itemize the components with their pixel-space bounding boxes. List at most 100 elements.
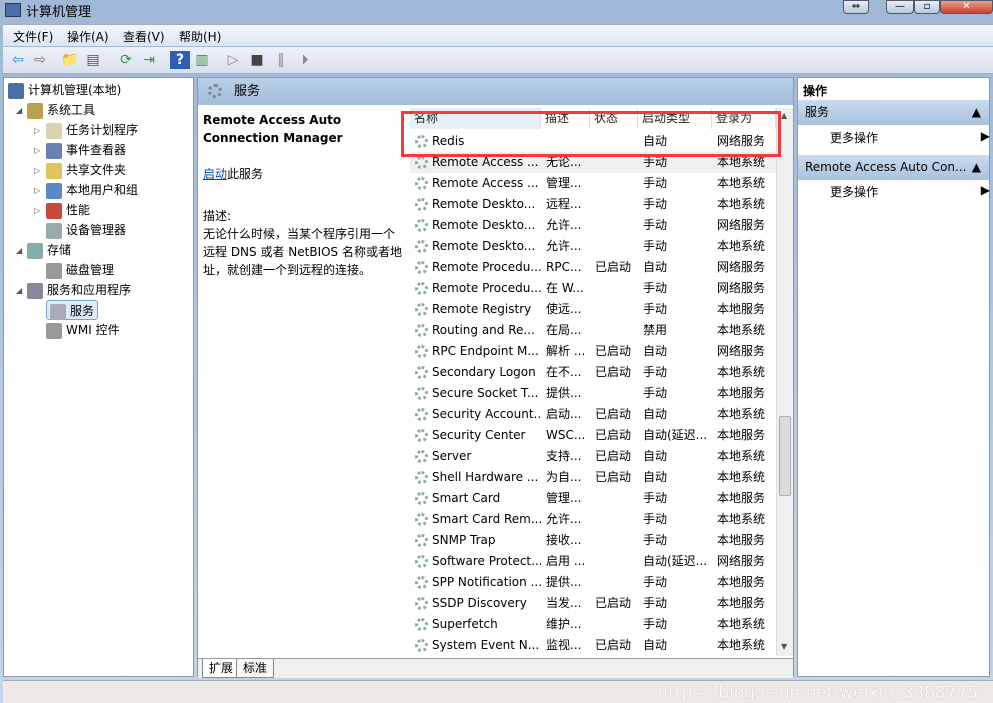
- tree-item[interactable]: 磁盘管理: [46, 260, 114, 280]
- resize-button[interactable]: ⇔: [843, 0, 869, 14]
- service-row[interactable]: Smart Card Rem... 允许... 手动 本地系统: [410, 509, 776, 530]
- service-name: SSDP Discovery: [432, 596, 527, 610]
- menu-action[interactable]: 操作(A): [67, 28, 109, 45]
- service-startup-type: 手动: [643, 218, 668, 232]
- start-service-link[interactable]: 启动: [203, 167, 227, 181]
- service-row[interactable]: Remote Procedu... 在 W... 手动 网络服务: [410, 278, 776, 299]
- menu-help[interactable]: 帮助(H): [179, 28, 221, 45]
- service-row[interactable]: Remote Access ... 管理... 手动 本地系统: [410, 173, 776, 194]
- tree-item-label: 存储: [47, 243, 72, 257]
- export-list-icon[interactable]: ⇥: [139, 51, 159, 69]
- vertical-scrollbar[interactable]: ▲ ▼: [776, 108, 793, 656]
- service-logon-as: 本地系统: [717, 512, 766, 526]
- expand-arrow-icon[interactable]: ◢: [16, 246, 22, 255]
- service-row[interactable]: Remote Registry 使远... 手动 本地服务: [410, 299, 776, 320]
- collapse-up-icon[interactable]: ▲: [972, 100, 981, 125]
- expand-arrow-icon[interactable]: ◢: [16, 286, 22, 295]
- stop-icon[interactable]: ■: [247, 51, 267, 69]
- service-row[interactable]: SPP Notification ... 提供... 手动 本地服务: [410, 572, 776, 593]
- action-section-services[interactable]: 服务 ▲: [798, 100, 989, 125]
- service-logon-as: 本地系统: [717, 470, 766, 484]
- tree-item[interactable]: 本地用户和组: [46, 180, 138, 200]
- service-row[interactable]: Security Center WSC... 已启动 自动(延迟... 本地服务: [410, 425, 776, 446]
- tab-standard[interactable]: 标准: [236, 659, 275, 678]
- minimize-button[interactable]: —: [886, 0, 914, 14]
- service-row[interactable]: Remote Deskto... 允许... 手动 本地系统: [410, 236, 776, 257]
- tree-item[interactable]: 事件查看器: [46, 140, 126, 160]
- service-row[interactable]: Routing and Re... 在局... 禁用 本地系统: [410, 320, 776, 341]
- tab-extended[interactable]: 扩展: [202, 659, 241, 678]
- tree-item[interactable]: 共享文件夹: [46, 160, 126, 180]
- tree-item[interactable]: 性能: [46, 200, 90, 220]
- service-description: 接收...: [546, 533, 582, 547]
- show-action-pane-icon[interactable]: ▥: [192, 51, 212, 69]
- collapse-up-icon[interactable]: ▲: [972, 155, 981, 180]
- expand-arrow-icon[interactable]: ▷: [34, 186, 40, 195]
- service-row[interactable]: RPC Endpoint M... 解析 ... 已启动 自动 网络服务: [410, 341, 776, 362]
- refresh-icon[interactable]: ⟳: [116, 51, 136, 69]
- service-row[interactable]: Secure Socket T... 提供... 手动 本地服务: [410, 383, 776, 404]
- service-row[interactable]: Smart Card 管理... 手动 本地服务: [410, 488, 776, 509]
- show-tree-icon[interactable]: ▤: [83, 51, 103, 69]
- service-gear-icon: [415, 534, 428, 547]
- service-row[interactable]: Remote Deskto... 远程... 手动 本地系统: [410, 194, 776, 215]
- service-name: System Event N...: [432, 638, 540, 652]
- scroll-up-icon[interactable]: ▲: [781, 111, 787, 120]
- menu-view[interactable]: 查看(V): [123, 28, 165, 45]
- tree-item[interactable]: 服务: [46, 300, 99, 320]
- service-startup-type: 手动: [643, 512, 668, 526]
- restart-icon[interactable]: ⏵: [295, 51, 315, 69]
- action-section-selected[interactable]: Remote Access Auto Con... ▲: [798, 155, 989, 180]
- expand-arrow-icon[interactable]: ▷: [34, 126, 40, 135]
- service-gear-icon: [415, 156, 428, 169]
- expand-arrow-icon[interactable]: ◢: [16, 106, 22, 115]
- expand-arrow-icon[interactable]: ▷: [34, 206, 40, 215]
- tree-item-icon: [50, 303, 66, 320]
- service-row[interactable]: Superfetch 维护... 手动 本地系统: [410, 614, 776, 635]
- service-row[interactable]: Remote Deskto... 允许... 手动 网络服务: [410, 215, 776, 236]
- scroll-down-icon[interactable]: ▼: [781, 642, 787, 651]
- service-row[interactable]: SSDP Discovery 当发... 已启动 手动 本地服务: [410, 593, 776, 614]
- service-gear-icon: [415, 177, 428, 190]
- tree-item[interactable]: 服务和应用程序: [27, 280, 131, 300]
- service-row[interactable]: Server 支持... 已启动 自动 本地系统: [410, 446, 776, 467]
- service-row[interactable]: Security Account... 启动... 已启动 自动 本地系统: [410, 404, 776, 425]
- tree-item[interactable]: 设备管理器: [46, 220, 126, 240]
- tree-item-icon: [46, 322, 62, 339]
- tree-item[interactable]: 系统工具: [27, 100, 95, 120]
- tree-item[interactable]: WMI 控件: [46, 320, 120, 340]
- more-actions-services[interactable]: 更多操作 ▶: [830, 129, 990, 146]
- help-icon[interactable]: ?: [170, 51, 190, 69]
- more-actions-selected[interactable]: 更多操作 ▶: [830, 183, 990, 200]
- service-gear-icon: [415, 282, 428, 295]
- close-button[interactable]: ✕: [940, 0, 993, 14]
- service-row[interactable]: Software Protect... 启用 ... 自动(延迟... 网络服务: [410, 551, 776, 572]
- expand-arrow-icon[interactable]: ▷: [34, 166, 40, 175]
- scroll-thumb[interactable]: [779, 416, 791, 496]
- back-arrow-icon[interactable]: ⇦: [8, 51, 28, 69]
- expand-arrow-icon[interactable]: ▷: [34, 146, 40, 155]
- service-gear-icon: [415, 387, 428, 400]
- menu-file[interactable]: 文件(F): [13, 28, 53, 45]
- service-row[interactable]: Secondary Logon 在不... 已启动 手动 本地系统: [410, 362, 776, 383]
- tree-item-icon: [46, 142, 62, 159]
- service-name: Remote Deskto...: [432, 239, 536, 253]
- service-description: 解析 ...: [546, 344, 586, 358]
- status-bar: https://blog.csdn.net/weixin_38887752: [3, 680, 993, 703]
- play-icon[interactable]: ▷: [223, 51, 243, 69]
- service-row[interactable]: Remote Procedu... RPC... 已启动 自动 网络服务: [410, 257, 776, 278]
- service-startup-type: 手动: [643, 197, 668, 211]
- tree-item[interactable]: 任务计划程序: [46, 120, 138, 140]
- service-gear-icon: [415, 219, 428, 232]
- tree-item[interactable]: 存储: [27, 240, 71, 260]
- maximize-button[interactable]: ▫: [914, 0, 940, 14]
- service-logon-as: 网络服务: [717, 344, 766, 358]
- submenu-arrow-icon: ▶: [980, 129, 990, 143]
- service-row[interactable]: Shell Hardware ... 为自... 已启动 自动 本地系统: [410, 467, 776, 488]
- service-row[interactable]: SNMP Trap 接收... 手动 本地服务: [410, 530, 776, 551]
- pause-icon[interactable]: ‖: [271, 51, 291, 69]
- tree-item[interactable]: 计算机管理(本地): [8, 80, 121, 100]
- up-folder-icon[interactable]: 📁: [60, 51, 80, 69]
- forward-arrow-icon[interactable]: ⇨: [30, 51, 50, 69]
- service-row[interactable]: System Event N... 监视... 已启动 自动 本地系统: [410, 635, 776, 656]
